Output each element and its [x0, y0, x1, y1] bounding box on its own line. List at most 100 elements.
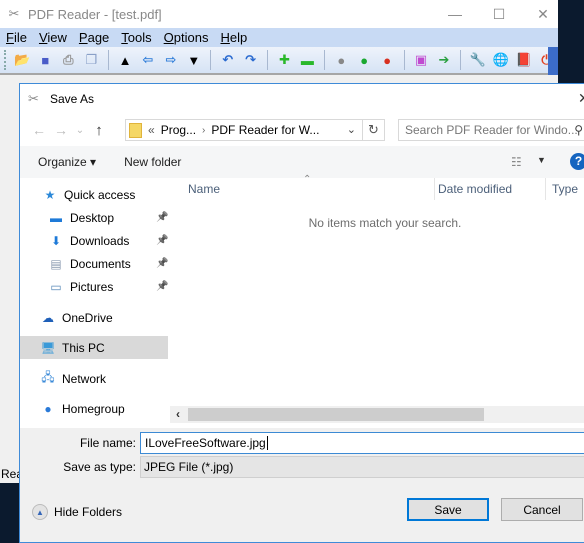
zoom-in-icon[interactable]: ✚: [276, 51, 294, 69]
folder-icon: [129, 122, 142, 138]
window-title: PDF Reader - [test.pdf]: [28, 6, 162, 22]
menu-help[interactable]: Help: [220, 30, 247, 45]
menu-label-rest: age: [87, 30, 110, 45]
navigation-row: ← → ⌄ ↑ « Prog... › PDF Reader for W... …: [20, 114, 584, 146]
menu-label-rest: elp: [229, 30, 248, 45]
column-header-date-modified[interactable]: Date modified: [438, 178, 548, 200]
up-button[interactable]: ↑: [88, 122, 110, 139]
nav-item-onedrive[interactable]: ☁ OneDrive: [20, 306, 170, 329]
nav-item-desktop[interactable]: ▬ Desktop 📌: [20, 206, 170, 229]
scrollbar-thumb[interactable]: [188, 408, 484, 421]
recent-locations-button[interactable]: ⌄: [72, 125, 88, 136]
breadcrumb-overflow[interactable]: «: [148, 123, 155, 137]
desktop-icon: ▬: [50, 210, 62, 225]
file-name-label: File name:: [79, 436, 136, 450]
nav-item-documents[interactable]: ▤ Documents 📌: [20, 252, 170, 275]
status-bar-text: Rea: [0, 465, 24, 483]
pin-icon[interactable]: 📌: [156, 281, 168, 292]
hide-folders-button[interactable]: ▲ Hide Folders: [32, 504, 122, 520]
menu-accelerator: P: [78, 30, 88, 45]
pin-icon[interactable]: 📌: [156, 212, 168, 223]
wrench-icon[interactable]: 🔧: [469, 51, 487, 69]
gray-light-icon[interactable]: ●: [332, 51, 350, 69]
column-header-type[interactable]: Type: [552, 178, 584, 200]
navigation-pane: ★ Quick access ▬ Desktop 📌 ⬇ Downloads 📌 ▤ Docume…: [20, 178, 170, 428]
nav-item-downloads[interactable]: ⬇ Downloads 📌: [20, 229, 170, 252]
next-page-icon[interactable]: ⇨: [162, 51, 180, 69]
pin-icon[interactable]: 📌: [156, 258, 168, 269]
zoom-out-icon[interactable]: ▬: [298, 51, 316, 69]
command-bar: Organize ▾ New folder ☷ ▼ ?: [20, 146, 584, 178]
red-light-icon[interactable]: ●: [378, 51, 396, 69]
print-icon[interactable]: ⎙: [59, 51, 77, 69]
view-dropdown-icon[interactable]: ▼: [537, 155, 546, 165]
green-light-icon[interactable]: ●: [355, 51, 373, 69]
nav-item-label: Quick access: [64, 187, 136, 202]
maximize-button[interactable]: ☐: [476, 0, 522, 28]
minimize-button[interactable]: —: [432, 0, 478, 28]
toolbar-separator: [460, 50, 462, 70]
globe-icon[interactable]: 🌐: [492, 51, 510, 69]
menu-accelerator: O: [163, 30, 174, 45]
nav-item-quick-access[interactable]: ★ Quick access: [20, 183, 170, 206]
column-header-name[interactable]: Name: [188, 178, 433, 200]
menu-page[interactable]: Page: [79, 30, 109, 45]
go-arrow-icon[interactable]: ➔: [435, 51, 453, 69]
organize-button[interactable]: Organize ▾: [38, 155, 96, 169]
menu-accelerator: H: [220, 30, 230, 45]
menu-label-rest: ools: [127, 30, 152, 45]
copy-icon[interactable]: ❐: [82, 51, 100, 69]
menu-label-rest: ile: [13, 30, 27, 45]
menu-view[interactable]: View: [39, 30, 67, 45]
column-divider[interactable]: [545, 178, 546, 200]
forward-button[interactable]: →: [50, 122, 72, 138]
dialog-title-bar: ✂ Save As ✕: [20, 84, 584, 114]
save-icon[interactable]: ■: [36, 51, 54, 69]
last-page-icon[interactable]: ▼: [185, 51, 203, 69]
address-bar[interactable]: « Prog... › PDF Reader for W... ⌄: [125, 119, 363, 141]
file-name-value: ILoveFreeSoftware.jpg: [145, 436, 266, 450]
menu-options[interactable]: Options: [164, 30, 209, 45]
first-page-icon[interactable]: ▲: [116, 51, 134, 69]
column-divider[interactable]: [434, 178, 435, 200]
download-icon: ⬇: [50, 233, 62, 248]
star-icon: ★: [44, 187, 56, 202]
pin-icon[interactable]: 📌: [156, 235, 168, 246]
dialog-close-button[interactable]: ✕: [578, 90, 584, 107]
nav-item-network[interactable]: 🖧 Network: [20, 367, 170, 390]
back-button[interactable]: ←: [28, 122, 50, 138]
cancel-button[interactable]: Cancel: [501, 498, 583, 521]
book-icon[interactable]: 📕: [515, 51, 533, 69]
toolbar-overflow-button[interactable]: [548, 47, 558, 75]
breadcrumb-item[interactable]: PDF Reader for W...: [211, 123, 319, 137]
menu-file[interactable]: File: [6, 30, 27, 45]
homegroup-icon: ●: [44, 401, 52, 416]
menu-tools[interactable]: Tools: [121, 30, 151, 45]
help-button[interactable]: ?: [570, 153, 584, 170]
frame-icon[interactable]: ▣: [412, 51, 430, 69]
save-as-type-select[interactable]: JPEG File (*.jpg): [140, 456, 584, 478]
view-options-icon[interactable]: ☷: [511, 155, 522, 169]
nav-item-homegroup[interactable]: ● Homegroup: [20, 397, 170, 420]
new-folder-button[interactable]: New folder: [124, 155, 181, 169]
toolbar-separator: [403, 50, 405, 70]
open-icon[interactable]: 📂: [14, 51, 32, 69]
nav-item-label: Pictures: [70, 279, 114, 294]
menu-accelerator: F: [6, 30, 14, 45]
search-input[interactable]: Search PDF Reader for Windo... ⚲: [398, 119, 584, 141]
redo-icon[interactable]: ↷: [242, 51, 260, 69]
horizontal-scrollbar[interactable]: ‹: [170, 406, 584, 423]
toolbar-grip[interactable]: [4, 50, 7, 70]
nav-item-pictures[interactable]: ▭ Pictures 📌: [20, 275, 170, 298]
undo-icon[interactable]: ↶: [219, 51, 237, 69]
previous-page-icon[interactable]: ⇦: [139, 51, 157, 69]
nav-item-this-pc[interactable]: 🖥 This PC: [20, 336, 168, 359]
nav-item-label: Downloads: [70, 233, 130, 248]
scroll-left-icon[interactable]: ‹: [176, 407, 180, 421]
refresh-button[interactable]: ↻: [363, 119, 385, 141]
text-caret: [266, 436, 268, 450]
save-button[interactable]: Save: [407, 498, 489, 521]
chevron-down-icon[interactable]: ⌄: [347, 123, 356, 136]
file-name-input[interactable]: ILoveFreeSoftware.jpg: [140, 432, 584, 454]
breadcrumb-item[interactable]: Prog...: [161, 123, 196, 137]
